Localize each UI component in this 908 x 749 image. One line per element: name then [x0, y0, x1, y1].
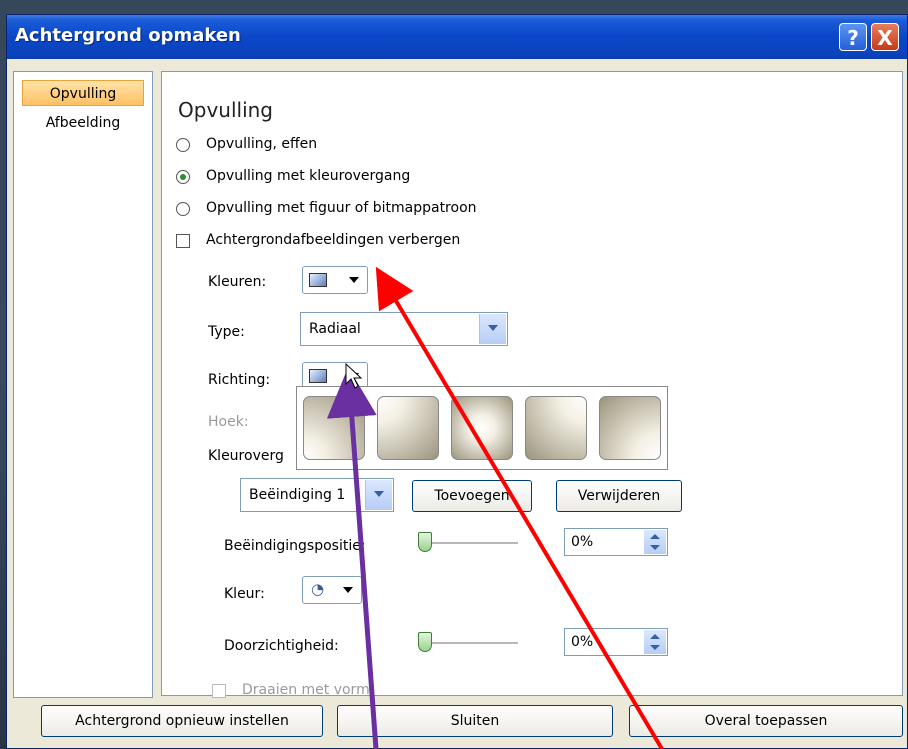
direction-swatch-icon	[309, 369, 327, 383]
gradient-swatch-icon	[309, 273, 327, 287]
label-gradient-fill: Opvulling met kleurovergang	[206, 168, 411, 184]
stop-position-value: 0%	[571, 534, 594, 550]
remove-stop-button[interactable]: Verwijderen	[556, 480, 682, 512]
direction-option-3[interactable]	[451, 396, 513, 460]
checkbox-hide-background[interactable]	[176, 234, 190, 248]
chevron-down-icon	[349, 373, 359, 379]
transparency-spinner[interactable]: 0%	[564, 628, 668, 656]
stop-position-spinner[interactable]: 0%	[564, 528, 668, 556]
dialog-title: Achtergrond opmaken	[15, 25, 241, 46]
close-window-button[interactable]: X	[871, 23, 899, 51]
label-direction: Richting:	[208, 372, 271, 388]
spinner-arrows-icon[interactable]	[644, 530, 666, 554]
slider-thumb[interactable]	[418, 532, 432, 552]
label-angle: Hoek:	[208, 414, 249, 430]
category-list: Opvulling Afbeelding	[13, 71, 153, 698]
preset-colors-dropdown[interactable]	[302, 266, 368, 294]
label-color: Kleur:	[224, 586, 265, 602]
sidebar-item-fill[interactable]: Opvulling	[22, 80, 144, 106]
sidebar-item-picture[interactable]: Afbeelding	[22, 110, 144, 136]
stop-position-slider[interactable]	[418, 532, 518, 552]
radio-solid-fill[interactable]	[176, 138, 190, 152]
fill-settings-pane: Opvulling Opvulling, effen Opvulling met…	[161, 71, 903, 698]
chevron-down-icon	[343, 587, 353, 593]
stop-value: Beëindiging 1	[249, 487, 346, 503]
label-hide-background: Achtergrondafbeeldingen verbergen	[206, 232, 461, 248]
type-select[interactable]: Radiaal	[300, 312, 508, 346]
title-bar: Achtergrond opmaken ? X	[7, 15, 907, 60]
direction-option-4[interactable]	[525, 396, 587, 460]
radio-picture-fill[interactable]	[176, 202, 190, 216]
label-gradient-stops: Kleuroverg	[208, 448, 284, 464]
add-stop-button[interactable]: Toevoegen	[412, 480, 532, 512]
label-stop-position: Beëindigingspositie:	[224, 538, 366, 554]
gradient-stop-select[interactable]: Beëindiging 1	[240, 478, 394, 512]
reset-background-button[interactable]: Achtergrond opnieuw instellen	[41, 705, 323, 737]
type-value: Radiaal	[309, 321, 361, 337]
chevron-down-icon[interactable]	[479, 314, 506, 344]
paint-bucket-icon: ◔	[311, 580, 325, 598]
section-title: Opvulling	[178, 98, 273, 122]
label-picture-fill: Opvulling met figuur of bitmappatroon	[206, 200, 477, 216]
close-button[interactable]: Sluiten	[337, 705, 613, 737]
checkbox-rotate-with-shape[interactable]	[212, 684, 226, 698]
direction-option-1[interactable]	[303, 396, 365, 460]
label-type: Type:	[208, 324, 245, 340]
label-solid-fill: Opvulling, effen	[206, 136, 318, 152]
label-rotate-with-shape: Draaien met vorm	[242, 682, 370, 698]
help-button[interactable]: ?	[839, 23, 867, 51]
transparency-slider[interactable]	[418, 632, 518, 652]
stop-color-dropdown[interactable]: ◔	[302, 576, 362, 604]
apply-to-all-button[interactable]: Overal toepassen	[629, 705, 903, 737]
label-colors: Kleuren:	[208, 274, 267, 290]
slider-track	[418, 642, 518, 645]
transparency-value: 0%	[571, 634, 594, 650]
chevron-down-icon[interactable]	[365, 480, 392, 510]
label-transparency: Doorzichtigheid:	[224, 638, 339, 654]
spinner-arrows-icon[interactable]	[644, 630, 666, 654]
format-background-dialog: Achtergrond opmaken ? X Opvulling Afbeel…	[6, 14, 908, 749]
direction-option-5[interactable]	[599, 396, 661, 460]
chevron-down-icon	[349, 277, 359, 283]
direction-gallery	[296, 386, 668, 470]
slider-thumb[interactable]	[418, 632, 432, 652]
slider-track	[418, 542, 518, 545]
radio-gradient-fill[interactable]	[176, 170, 190, 184]
direction-option-2[interactable]	[377, 396, 439, 460]
